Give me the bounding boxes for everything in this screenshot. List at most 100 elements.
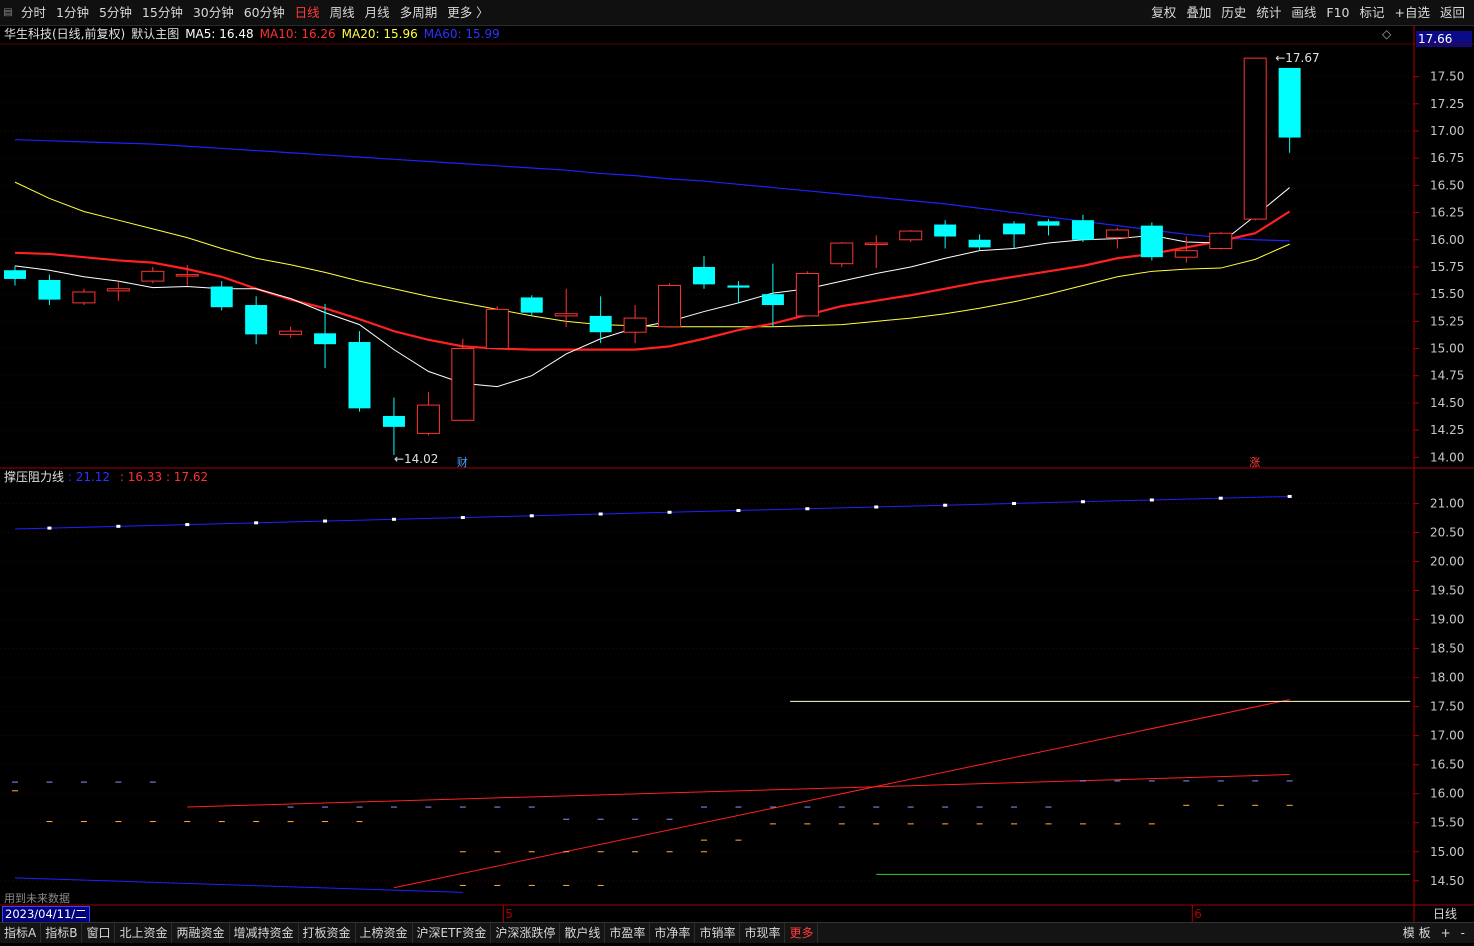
candle-body-down [761,294,784,306]
price-annotation: ←17.67 [1275,51,1319,65]
sub-y-tick-label: 18.50 [1430,642,1464,656]
candle-body-up [175,274,199,277]
candle-body-up [279,330,303,335]
main-y-tick-label: 14.75 [1430,369,1464,383]
candle-body-up [72,291,96,304]
indicator-tab-6[interactable]: 打板资金 [299,923,356,943]
cursor-date-box: 2023/04/11/二 [2,906,90,923]
sub-y-tick-label: 20.50 [1430,525,1464,539]
indicator-tab-2[interactable]: 窗口 [82,923,116,943]
candle-body-up [416,404,440,434]
indicator-tab-1[interactable]: 指标B [41,923,83,943]
month-label: 5 [505,907,513,921]
price-annotation: ←14.02 [394,452,438,466]
candle-body-up [141,270,165,282]
sub-y-tick-label: 18.00 [1430,671,1464,685]
candle-body-up [106,288,130,292]
indicator-tab-10[interactable]: 散户线 [560,923,606,943]
candle-body-down [727,285,750,288]
sub-y-tick-label: 15.50 [1430,816,1464,830]
support-dot [391,517,396,521]
candle-body-up [830,242,854,265]
support-line-0 [14,495,1290,530]
candle-body-down [1071,220,1094,240]
support-dot [1218,496,1223,500]
indicator-tab-14[interactable]: 市现率 [740,923,786,943]
support-dot [323,519,328,523]
support-dot [598,512,603,516]
candle-body-down [348,342,371,409]
main-y-tick-label: 15.25 [1430,314,1464,328]
candle-body-down [314,333,337,345]
main-y-tick-label: 15.00 [1430,342,1464,356]
candle-body-down [520,297,543,313]
candle-body-up [1209,232,1233,249]
month-label: 6 [1194,907,1202,921]
candle-body-down [38,280,61,300]
support-dot [47,526,52,530]
candle-body-down [210,286,233,308]
sub-y-tick-label: 15.00 [1430,845,1464,859]
main-y-tick-label: 14.25 [1430,423,1464,437]
indicator-tab-8[interactable]: 沪深ETF资金 [413,923,492,943]
indicator-tabs-bar: 指标A 指标B 窗口 北上资金 两融资金 增减持资金 打板资金 上榜资金 沪深ETF资金 沪深涨跌… [0,922,1474,943]
sub-y-tick-label: 16.50 [1430,758,1464,772]
main-y-tick-label: 14.50 [1430,396,1464,410]
sub-y-tick-label: 19.00 [1430,613,1464,627]
bottom-right-tools: 模 板 + - [1398,923,1470,943]
chart-canvas[interactable]: 14.00 14.25 14.50 14.75 15.00 15.25 15.50 15.75… [0,0,1474,922]
ma10-line [14,210,1291,351]
indicator-tab-13[interactable]: 市销率 [695,923,741,943]
candle-body-down [1037,221,1060,226]
sub-y-tick-label: 20.00 [1430,554,1464,568]
ma60-line [14,139,1290,242]
ma5-line [14,187,1290,388]
sub-y-tick-label: 19.50 [1430,584,1464,598]
indicator-tab-3[interactable]: 北上资金 [115,923,173,943]
candle-body-down [245,305,268,335]
indicator-tab-5[interactable]: 增减持资金 [230,923,299,943]
limit-up-marker: 涨 [1249,456,1260,469]
indicator-tab-12[interactable]: 市净率 [650,923,696,943]
candle-body-up [451,348,475,421]
main-y-tick-label: 17.50 [1430,70,1464,84]
candle-body-up [795,272,819,317]
sub-y-tick-label: 16.00 [1430,787,1464,801]
main-y-tick-label: 16.50 [1430,178,1464,192]
ma20-line [14,181,1290,328]
support-dot [943,503,948,507]
indicator-tab-4[interactable]: 两融资金 [172,923,230,943]
candle-body-down [968,239,991,248]
support-dot [874,505,879,509]
support-dot [1080,500,1085,504]
candle-body-down [589,315,612,333]
candle-body-up [623,317,647,333]
indicator-tab-15[interactable]: 更多 [785,923,819,943]
indicator-tab-11[interactable]: 市盈率 [605,923,651,943]
candle-body-up [1105,229,1129,239]
candle-body-up [1243,57,1267,220]
support-dot [667,510,672,514]
sub-y-tick-label: 17.00 [1430,729,1464,743]
main-y-tick-label: 17.25 [1430,97,1464,111]
support-dot [460,516,465,520]
indicator-tab-7[interactable]: 上榜资金 [356,923,413,943]
candle-body-down [1278,67,1301,138]
candle-body-up [864,242,888,246]
sub-y-tick-label: 14.50 [1430,874,1464,888]
support-dot [736,509,741,513]
main-y-tick-label: 15.75 [1430,260,1464,274]
indicator-tab-9[interactable]: 沪深涨跌停 [491,923,561,943]
candle-body-down [4,270,26,279]
main-y-tick-label: 16.75 [1430,151,1464,165]
candle-body-down [934,224,957,237]
finance-marker: 财 [457,455,468,469]
candle-body-up [485,308,509,350]
main-y-tick-label: 17.00 [1430,124,1464,138]
future-data-note: 用到未来数据 [4,892,70,905]
indicator-tab-0[interactable]: 指标A [0,923,42,943]
sub-y-tick-label: 17.50 [1430,700,1464,714]
sub-y-tick-label: 21.00 [1430,496,1464,510]
support-dot [1012,501,1017,505]
main-y-tick-label: 16.25 [1430,206,1464,220]
